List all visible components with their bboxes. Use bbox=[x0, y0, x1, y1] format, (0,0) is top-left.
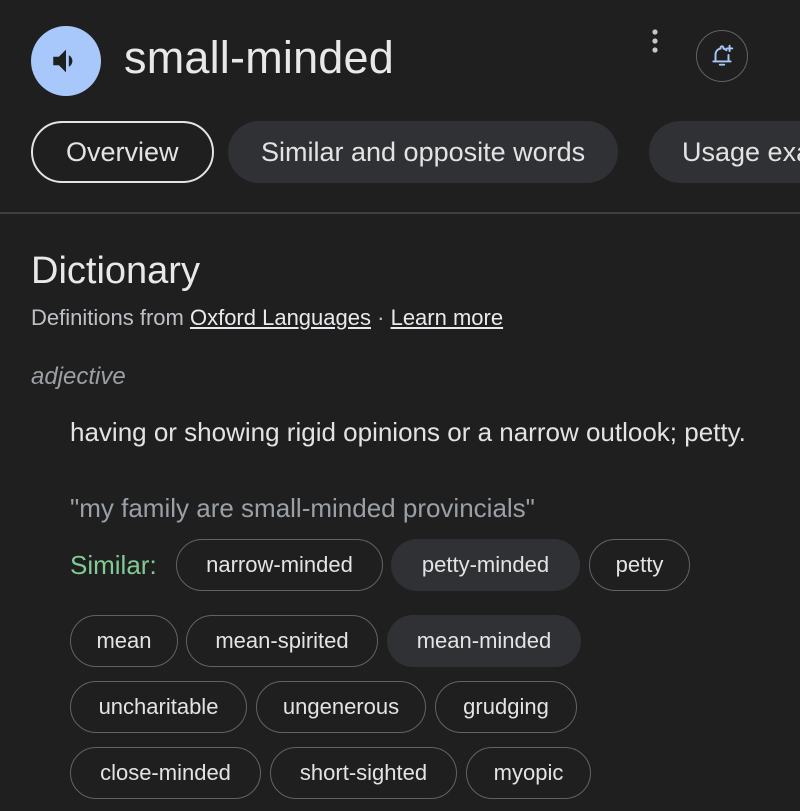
speaker-icon bbox=[53, 49, 73, 73]
definition-text: having or showing rigid opinions or a na… bbox=[70, 417, 746, 447]
oxford-languages-link[interactable]: Oxford Languages bbox=[190, 305, 371, 330]
learn-more-link[interactable]: Learn more bbox=[391, 305, 504, 330]
word-header: small-minded Overview Similar and opposi… bbox=[0, 0, 800, 212]
tab-usage-examples[interactable]: Usage examples bbox=[649, 121, 800, 183]
part-of-speech: adjective bbox=[31, 363, 126, 390]
similar-chip[interactable]: short-sighted bbox=[270, 747, 457, 799]
source-prefix: Definitions from bbox=[31, 305, 184, 330]
pronounce-button[interactable] bbox=[31, 26, 101, 96]
similar-chip[interactable]: grudging bbox=[435, 681, 577, 733]
bell-add-icon bbox=[712, 44, 734, 66]
header-divider bbox=[0, 212, 800, 214]
similar-chip[interactable]: mean bbox=[70, 615, 178, 667]
more-vert-icon bbox=[652, 29, 658, 53]
tab-bar: Overview Similar and opposite words Usag… bbox=[31, 121, 800, 183]
similar-chip[interactable]: narrow-minded bbox=[176, 539, 383, 591]
similar-chip[interactable]: close-minded bbox=[70, 747, 261, 799]
similar-chip[interactable]: mean-spirited bbox=[186, 615, 378, 667]
similar-chip[interactable]: petty-minded bbox=[391, 539, 580, 591]
create-alert-button[interactable] bbox=[696, 30, 748, 82]
definition-source: Definitions from Oxford Languages · Lear… bbox=[31, 304, 503, 332]
tab-overview[interactable]: Overview bbox=[31, 121, 214, 183]
similar-chip[interactable]: uncharitable bbox=[70, 681, 247, 733]
usage-example: "my family are small-minded provincials" bbox=[70, 493, 535, 523]
section-title: Dictionary bbox=[31, 250, 200, 292]
similar-chip[interactable]: myopic bbox=[466, 747, 591, 799]
headword: small-minded bbox=[124, 32, 394, 83]
source-separator: · bbox=[377, 305, 385, 330]
similar-chip[interactable]: petty bbox=[589, 539, 690, 591]
similar-chip[interactable]: mean-minded bbox=[387, 615, 581, 667]
tab-similar-opposite[interactable]: Similar and opposite words bbox=[228, 121, 619, 183]
similar-label: Similar: bbox=[70, 550, 157, 580]
similar-chip[interactable]: ungenerous bbox=[256, 681, 426, 733]
more-options-button[interactable] bbox=[640, 26, 670, 56]
